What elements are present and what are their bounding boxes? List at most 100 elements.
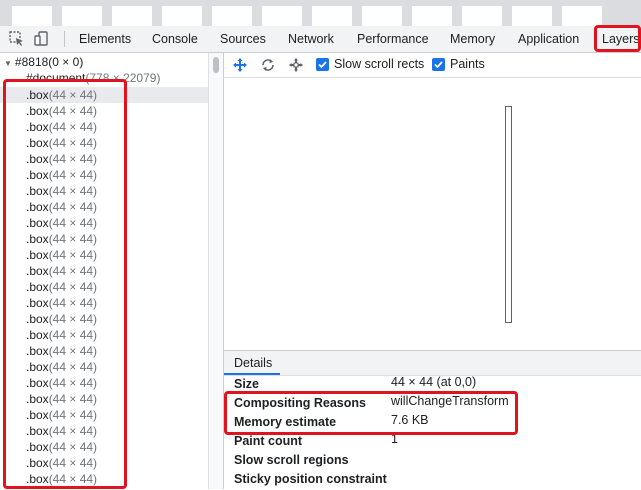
pan-mode-icon[interactable] bbox=[232, 57, 248, 73]
inspect-element-icon[interactable] bbox=[8, 30, 26, 48]
layer-row-name: .box bbox=[26, 472, 49, 486]
layer-row-name: .box bbox=[26, 168, 49, 182]
tree-scrollbar[interactable] bbox=[208, 53, 223, 489]
layer-row-name: .box bbox=[26, 456, 49, 470]
layer-row[interactable]: .box(44 × 44) bbox=[0, 311, 208, 327]
layer-row-size: (44 × 44) bbox=[48, 216, 98, 230]
details-tabbar: Details bbox=[224, 351, 641, 376]
slow-scroll-rects-label[interactable]: Slow scroll rects bbox=[334, 57, 424, 71]
layer-row[interactable]: .box(44 × 44) bbox=[0, 215, 208, 231]
layer-row[interactable]: .box(44 × 44) bbox=[0, 359, 208, 375]
layers-3d-canvas[interactable] bbox=[224, 78, 641, 350]
tab-memory[interactable]: Memory bbox=[450, 26, 495, 52]
layer-row-name: .box bbox=[26, 216, 49, 230]
layer-row-size: (44 × 44) bbox=[48, 296, 98, 310]
layer-row-name: .box bbox=[26, 232, 49, 246]
layer-row[interactable]: .box(44 × 44) bbox=[0, 119, 208, 135]
tab-sources[interactable]: Sources bbox=[220, 26, 266, 52]
browser-tab[interactable] bbox=[262, 6, 302, 26]
browser-tab[interactable] bbox=[562, 6, 602, 26]
detail-value: 7.6 KB bbox=[391, 413, 429, 427]
layer-row[interactable]: .box(44 × 44) bbox=[0, 167, 208, 183]
layer-row[interactable]: .box(44 × 44) bbox=[0, 391, 208, 407]
layer-row-size: (44 × 44) bbox=[48, 104, 98, 118]
layer-row[interactable]: .box(44 × 44) bbox=[0, 375, 208, 391]
browser-tab[interactable] bbox=[512, 6, 552, 26]
slow-scroll-rects-checkbox[interactable] bbox=[316, 58, 329, 71]
layer-row[interactable]: .box(44 × 44) bbox=[0, 279, 208, 295]
layer-row[interactable]: .box(44 × 44) bbox=[0, 263, 208, 279]
layer-row[interactable]: .box(44 × 44) bbox=[0, 407, 208, 423]
browser-tab-strip bbox=[0, 0, 641, 26]
layer-row-size: (44 × 44) bbox=[48, 408, 98, 422]
detail-value: willChangeTransform bbox=[391, 394, 509, 408]
layer-row[interactable]: .box(44 × 44) bbox=[0, 247, 208, 263]
layer-row-name: .box bbox=[26, 200, 49, 214]
devtools-toolbar: Elements Console Sources Network Perform… bbox=[0, 26, 641, 53]
detail-label: Sticky position constraint bbox=[234, 472, 387, 486]
layer-row[interactable]: .box(44 × 44) bbox=[0, 103, 208, 119]
detail-value: 44 × 44 (at 0,0) bbox=[391, 375, 477, 389]
layer-row[interactable]: .box(44 × 44) bbox=[0, 343, 208, 359]
tab-elements[interactable]: Elements bbox=[79, 26, 131, 52]
layer-row[interactable]: .box(44 × 44) bbox=[0, 183, 208, 199]
layer-row-size: (44 × 44) bbox=[48, 248, 98, 262]
expand-triangle-icon[interactable]: ▼ bbox=[4, 59, 12, 68]
layer-row[interactable]: .box(44 × 44) bbox=[0, 423, 208, 439]
browser-tab[interactable] bbox=[312, 6, 352, 26]
layer-row-size: (44 × 44) bbox=[48, 168, 98, 182]
browser-tab[interactable] bbox=[112, 6, 152, 26]
detail-value: 1 bbox=[391, 432, 398, 446]
layer-row[interactable]: .box(44 × 44) bbox=[0, 327, 208, 343]
rotate-mode-icon[interactable] bbox=[260, 57, 276, 73]
layers-view-toolbar: Slow scroll rects Paints bbox=[224, 53, 641, 78]
browser-tab[interactable] bbox=[412, 6, 452, 26]
layer-row[interactable]: .box(44 × 44) bbox=[0, 151, 208, 167]
layer-row[interactable]: .box(44 × 44) bbox=[0, 87, 208, 103]
tab-performance[interactable]: Performance bbox=[357, 26, 429, 52]
layer-row-size: (44 × 44) bbox=[48, 264, 98, 278]
layer-row[interactable]: .box(44 × 44) bbox=[0, 199, 208, 215]
layer-row-size: (44 × 44) bbox=[48, 136, 98, 150]
browser-tab[interactable] bbox=[12, 6, 52, 26]
document-node-size: (778 × 22079) bbox=[85, 71, 161, 85]
paints-checkbox[interactable] bbox=[432, 58, 445, 71]
browser-tab[interactable] bbox=[212, 6, 252, 26]
browser-tab[interactable] bbox=[462, 6, 502, 26]
detail-label: Slow scroll regions bbox=[234, 453, 349, 467]
paints-label[interactable]: Paints bbox=[450, 57, 485, 71]
tree-root-node[interactable]: ▼ #8818(0 × 0) bbox=[4, 55, 83, 69]
tab-layers[interactable]: Layers bbox=[602, 26, 640, 52]
layer-row[interactable]: .box(44 × 44) bbox=[0, 295, 208, 311]
layer-row-name: .box bbox=[26, 104, 49, 118]
layer-row-size: (44 × 44) bbox=[48, 456, 98, 470]
layer-row-name: .box bbox=[26, 328, 49, 342]
layer-row-name: .box bbox=[26, 360, 49, 374]
tree-document-node[interactable]: #document(778 × 22079) bbox=[26, 71, 160, 85]
scrollbar-thumb[interactable] bbox=[213, 57, 219, 73]
layer-row[interactable]: .box(44 × 44) bbox=[0, 231, 208, 247]
layer-row-name: .box bbox=[26, 392, 49, 406]
layer-row-name: .box bbox=[26, 152, 49, 166]
tab-details[interactable]: Details bbox=[234, 351, 272, 375]
tab-console[interactable]: Console bbox=[152, 26, 198, 52]
tab-application[interactable]: Application bbox=[518, 26, 579, 52]
tab-network[interactable]: Network bbox=[288, 26, 334, 52]
layer-row[interactable]: .box(44 × 44) bbox=[0, 471, 208, 487]
device-toolbar-icon[interactable] bbox=[33, 30, 51, 48]
browser-tab[interactable] bbox=[162, 6, 202, 26]
browser-tab[interactable] bbox=[362, 6, 402, 26]
active-tab-indicator bbox=[224, 373, 280, 375]
document-node-name: #document bbox=[26, 71, 86, 85]
root-node-size: (0 × 0) bbox=[48, 55, 84, 69]
layer-row[interactable]: .box(44 × 44) bbox=[0, 439, 208, 455]
browser-tab[interactable] bbox=[62, 6, 102, 26]
layer-row-name: .box bbox=[26, 184, 49, 198]
layer-row[interactable]: .box(44 × 44) bbox=[0, 135, 208, 151]
layer-outline[interactable] bbox=[505, 106, 512, 323]
reset-transform-icon[interactable] bbox=[288, 57, 304, 73]
layer-row-name: .box bbox=[26, 88, 49, 102]
layer-row-name: .box bbox=[26, 440, 49, 454]
layer-row[interactable]: .box(44 × 44) bbox=[0, 455, 208, 471]
layer-row-size: (44 × 44) bbox=[48, 184, 98, 198]
